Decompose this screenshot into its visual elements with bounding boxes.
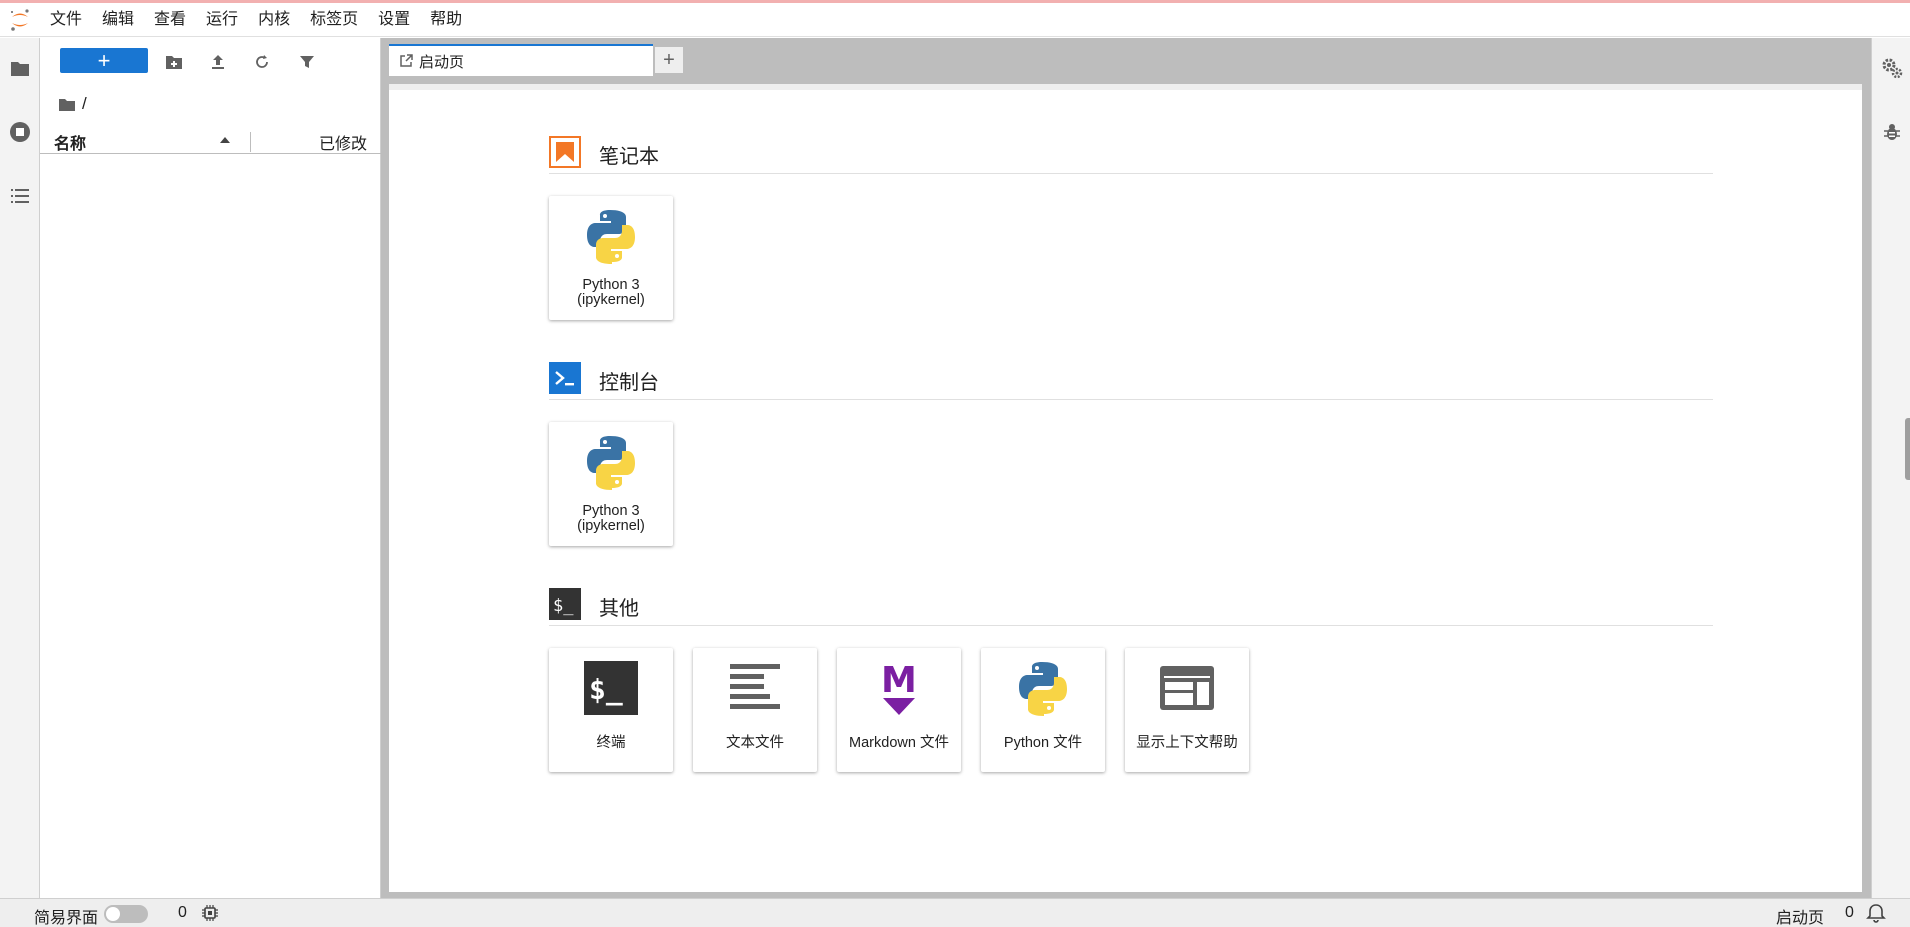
column-name-header[interactable]: 名称 [54, 130, 86, 154]
python-logo-icon [1013, 658, 1073, 718]
launcher-tab-icon [399, 54, 413, 68]
sort-ascending-icon [220, 137, 230, 143]
kernel-count[interactable]: 0 [178, 904, 187, 922]
file-list-header: 名称 已修改 [40, 128, 381, 154]
text-file-icon [725, 658, 785, 718]
table-of-contents-icon[interactable] [6, 182, 34, 210]
column-divider[interactable] [250, 132, 251, 152]
jupyter-logo-icon [0, 3, 40, 37]
right-panel-resize-handle[interactable] [1905, 418, 1910, 480]
terminal-section-icon: $_ [549, 588, 581, 620]
context-help-icon [1157, 658, 1217, 718]
upload-icon[interactable] [206, 50, 230, 74]
card-label-line2: (ipykernel) [577, 292, 645, 308]
new-folder-icon[interactable] [162, 50, 186, 74]
simple-mode-toggle[interactable] [104, 905, 148, 923]
breadcrumb-folder-icon[interactable] [58, 97, 76, 112]
running-kernels-icon[interactable] [6, 118, 34, 146]
terminal-icon: $_ [581, 658, 641, 718]
card-label-line1: Python 3 [582, 277, 640, 293]
notebook-bookmark-icon [549, 136, 581, 168]
card-label-line2: (ipykernel) [577, 518, 645, 534]
card-context-help[interactable]: 显示上下文帮助 [1125, 648, 1249, 772]
left-activity-bar [0, 38, 40, 898]
debugger-bug-icon[interactable] [1880, 120, 1904, 144]
section-other-title: 其他 [599, 598, 639, 620]
section-notebook-title: 笔记本 [599, 146, 659, 168]
tab-launcher-label: 启动页 [419, 53, 465, 71]
card-console-python3[interactable]: Python 3 (ipykernel) [549, 422, 673, 546]
menu-view[interactable]: 查看 [144, 3, 196, 37]
section-notebook-header: 笔记本 [549, 134, 1713, 174]
card-markdown-file[interactable]: M Markdown 文件 [837, 648, 961, 772]
refresh-icon[interactable] [250, 50, 274, 74]
menu-help[interactable]: 帮助 [420, 3, 472, 37]
card-notebook-python3-label: Python 3 (ipykernel) [549, 278, 673, 308]
property-inspector-gears-icon[interactable] [1880, 56, 1904, 80]
card-python-file-label: Python 文件 [1003, 735, 1083, 751]
launcher-panel: 笔记本 Python 3 (ipykernel) 控制台 Python 3 (i… [389, 84, 1862, 892]
breadcrumb-root[interactable]: / [82, 94, 87, 114]
card-label-line1: Python 3 [582, 503, 640, 519]
filter-icon[interactable] [295, 50, 319, 74]
menu-kernel[interactable]: 内核 [248, 3, 300, 37]
section-console-header: 控制台 [549, 360, 1713, 400]
menu-bar: 文件 编辑 查看 运行 内核 标签页 设置 帮助 [0, 3, 1910, 37]
section-other: $_ 其他 $_ 终端 文本文件 M Markdown 文件 Python 文件… [549, 586, 1713, 772]
card-text-file-label: 文本文件 [726, 735, 784, 751]
main-dock-area: 启动页 + 笔记本 Python 3 (ipykernel) 控制台 Pytho… [381, 38, 1871, 898]
card-python-file[interactable]: Python 文件 [981, 648, 1105, 772]
toggle-knob [106, 907, 120, 921]
notification-count[interactable]: 0 [1845, 904, 1854, 922]
card-context-help-label: 显示上下文帮助 [1136, 735, 1238, 751]
section-other-header: $_ 其他 [549, 586, 1713, 626]
folder-icon[interactable] [6, 54, 34, 82]
new-launcher-button[interactable]: + [60, 48, 148, 73]
menu-file[interactable]: 文件 [40, 3, 92, 37]
tab-bar: 启动页 + [381, 38, 1871, 84]
breadcrumb: / [58, 94, 87, 114]
file-browser-panel: + / 名称 已修改 [40, 38, 381, 898]
python-logo-icon [581, 206, 641, 266]
menu-run[interactable]: 运行 [196, 3, 248, 37]
notification-bell-icon[interactable] [1866, 903, 1886, 927]
svg-text:$_: $_ [589, 673, 623, 706]
card-terminal[interactable]: $_ 终端 [549, 648, 673, 772]
menu-edit[interactable]: 编辑 [92, 3, 144, 37]
active-tab-status[interactable]: 启动页 [1776, 904, 1824, 927]
card-console-python3-label: Python 3 (ipykernel) [549, 504, 673, 534]
console-prompt-icon [549, 362, 581, 394]
section-console: 控制台 Python 3 (ipykernel) [549, 360, 1713, 546]
card-terminal-label: 终端 [596, 735, 626, 751]
kernel-chip-icon[interactable] [202, 905, 218, 926]
file-browser-toolbar: + [40, 48, 381, 76]
menu-tabs[interactable]: 标签页 [300, 3, 368, 37]
section-notebook: 笔记本 Python 3 (ipykernel) [549, 134, 1713, 320]
svg-text:$_: $_ [553, 596, 574, 616]
menu-settings[interactable]: 设置 [368, 3, 420, 37]
card-text-file[interactable]: 文本文件 [693, 648, 817, 772]
card-notebook-python3[interactable]: Python 3 (ipykernel) [549, 196, 673, 320]
right-activity-bar [1871, 38, 1910, 898]
status-bar: 简易界面 0 启动页 0 [0, 898, 1910, 927]
column-modified-header[interactable]: 已修改 [319, 130, 367, 154]
svg-text:M: M [881, 660, 917, 701]
python-logo-icon [581, 432, 641, 492]
simple-mode-label: 简易界面 [34, 910, 99, 927]
markdown-icon: M [869, 658, 929, 718]
tab-launcher[interactable]: 启动页 [389, 44, 653, 76]
section-console-title: 控制台 [599, 372, 659, 394]
card-markdown-file-label: Markdown 文件 [849, 735, 949, 751]
add-tab-button[interactable]: + [654, 46, 684, 74]
